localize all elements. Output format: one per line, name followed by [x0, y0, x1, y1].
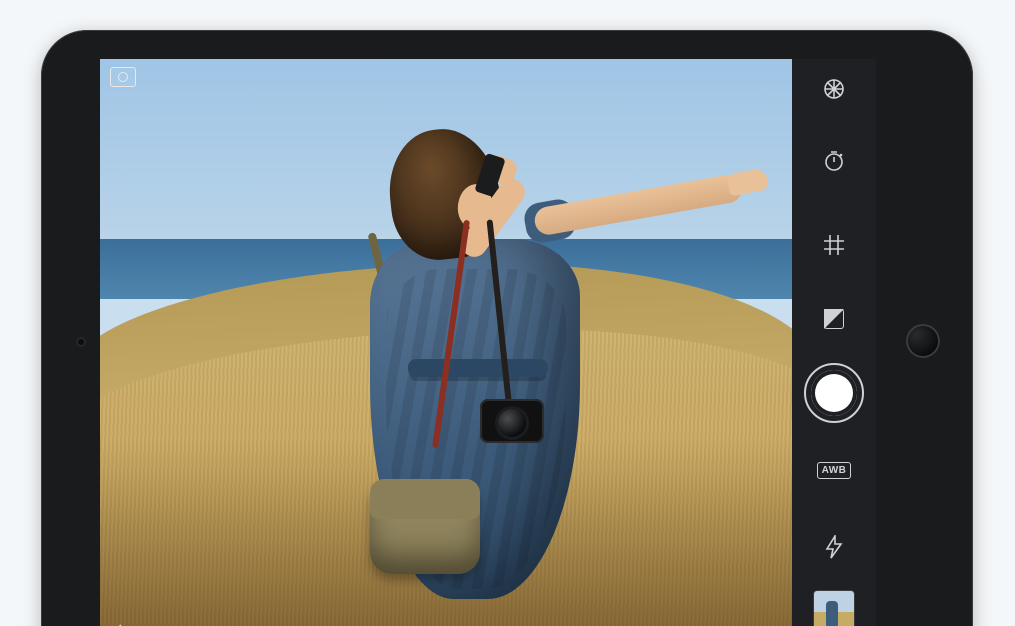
grid-button[interactable] [792, 203, 876, 287]
front-camera [78, 339, 84, 345]
format-button[interactable] [792, 59, 876, 119]
white-balance-button[interactable]: AWB [792, 435, 876, 505]
white-balance-label: AWB [817, 462, 852, 479]
scene-subject [330, 129, 650, 626]
flash-icon [824, 535, 844, 559]
home-button[interactable] [906, 324, 940, 358]
camera-viewfinder[interactable] [100, 59, 792, 626]
timer-icon [822, 149, 846, 173]
stage: AWB [0, 0, 1015, 626]
last-photo-thumbnail[interactable] [814, 591, 854, 626]
camera-controls-rail: AWB [792, 59, 876, 626]
flash-button[interactable] [792, 505, 876, 589]
thumbnail-subject [826, 601, 838, 626]
timer-button[interactable] [792, 119, 876, 203]
shutter-ring-icon [804, 363, 864, 423]
shutter-button[interactable] [792, 351, 876, 435]
grid-icon [823, 234, 845, 256]
exposure-button[interactable] [792, 287, 876, 351]
camera-mode-icon[interactable] [110, 67, 136, 87]
app-screen: AWB [100, 59, 876, 626]
exposure-icon [824, 309, 844, 329]
aperture-icon [821, 76, 847, 102]
